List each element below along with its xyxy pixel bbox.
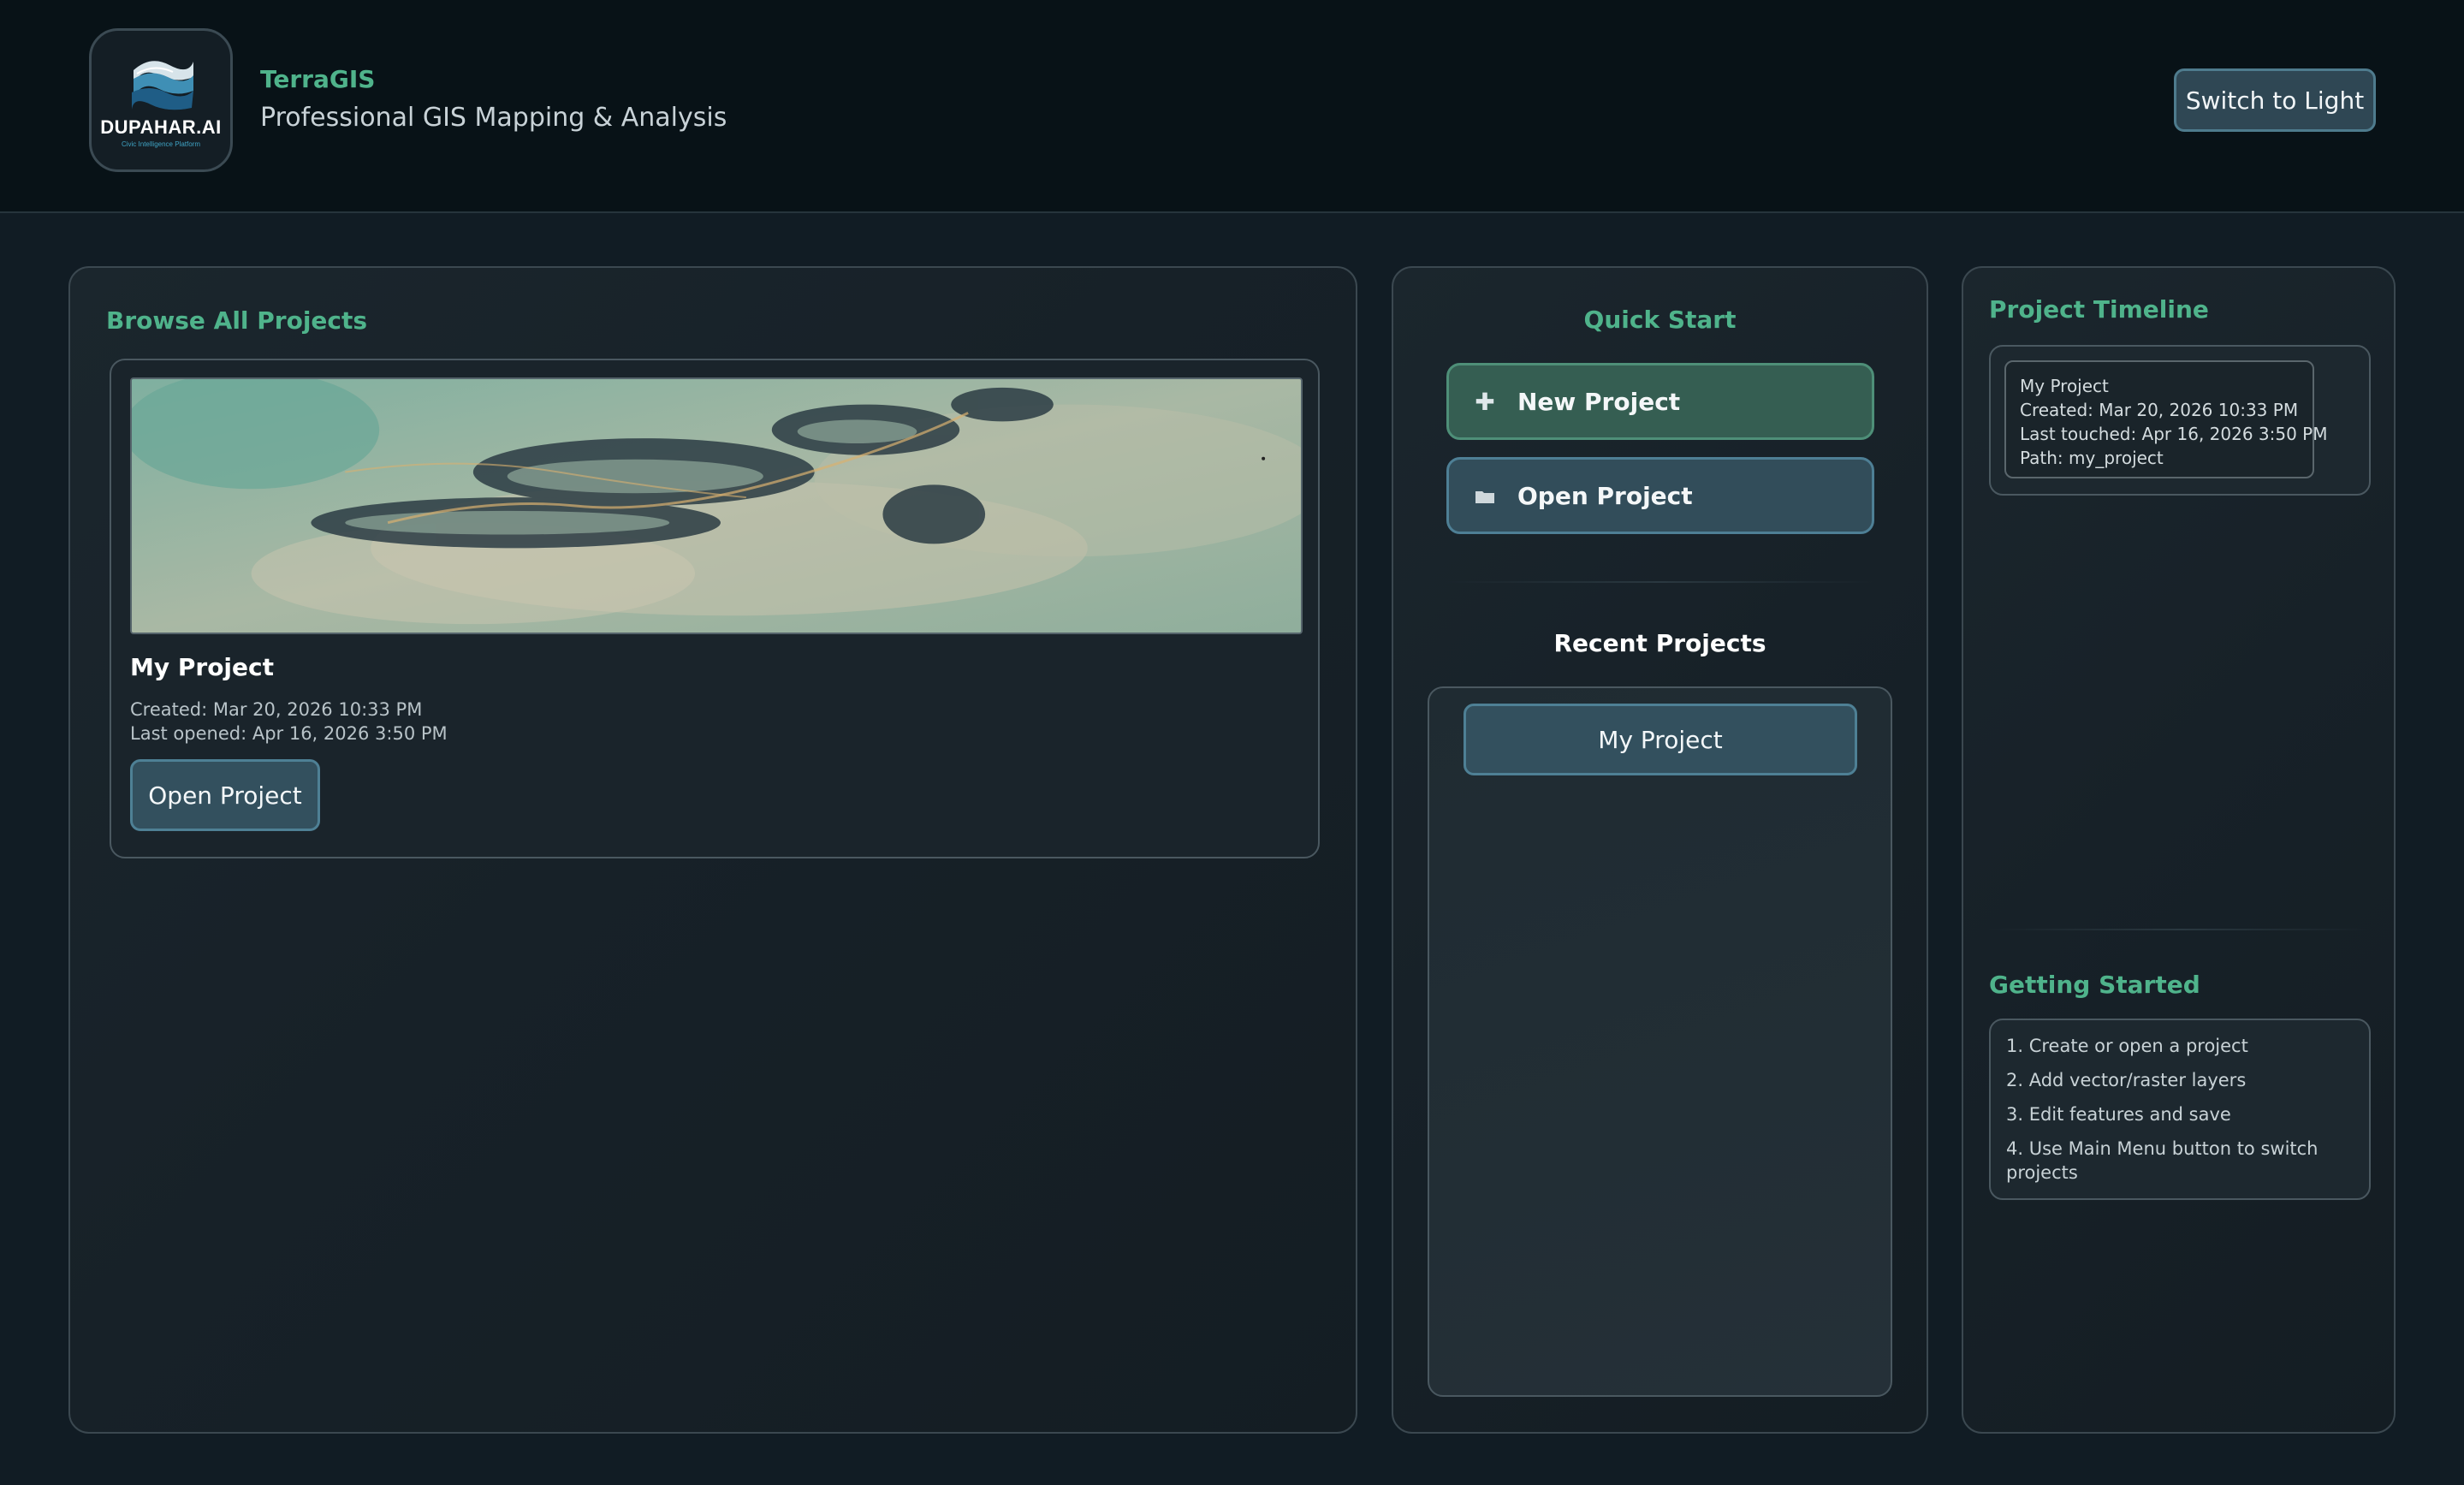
new-project-label: New Project <box>1517 387 1681 416</box>
getting-started-step: 1. Create or open a project <box>2006 1036 2248 1056</box>
folder-icon <box>1475 482 1495 510</box>
recent-projects-title: Recent Projects <box>1553 629 1766 657</box>
getting-started-title: Getting Started <box>1989 971 2200 999</box>
new-project-button[interactable]: ✚ New Project <box>1446 363 1874 440</box>
project-created-date: Created: Mar 20, 2026 10:33 PM <box>130 699 423 720</box>
recent-projects-list: My Project <box>1428 686 1892 1397</box>
section-divider <box>1446 581 1874 583</box>
project-card: My Project Created: Mar 20, 2026 10:33 P… <box>110 359 1320 858</box>
section-divider <box>1989 929 2371 930</box>
app-logo: DUPAHAR.AI Civic Intelligence Platform <box>89 28 233 172</box>
getting-started-step: 3. Edit features and save <box>2006 1104 2231 1125</box>
browse-projects-panel: Browse All Projects My Project Created: … <box>68 266 1357 1434</box>
timeline-entry-last-touched: Last touched: Apr 16, 2026 3:50 PM <box>2020 424 2328 444</box>
timeline-entry-name: My Project <box>2020 376 2109 396</box>
app-subtitle: Professional GIS Mapping & Analysis <box>260 103 727 133</box>
timeline-list: My Project Created: Mar 20, 2026 10:33 P… <box>1989 345 2371 496</box>
open-project-button[interactable]: Open Project <box>130 759 320 831</box>
quick-start-panel: Quick Start ✚ New Project Open Project R… <box>1392 266 1928 1434</box>
quick-start-title: Quick Start <box>1583 306 1737 334</box>
logo-subtext: Civic Intelligence Platform <box>121 140 201 148</box>
project-last-opened-date: Last opened: Apr 16, 2026 3:50 PM <box>130 723 448 744</box>
app-header: DUPAHAR.AI Civic Intelligence Platform T… <box>0 0 2464 213</box>
logo-text: DUPAHAR.AI <box>100 116 222 138</box>
recent-project-item[interactable]: My Project <box>1464 704 1857 775</box>
timeline-panel: Project Timeline My Project Created: Mar… <box>1962 266 2396 1434</box>
wave-logo-icon <box>132 60 193 110</box>
project-name: My Project <box>130 653 274 681</box>
open-project-label: Open Project <box>1517 481 1693 510</box>
timeline-entry[interactable]: My Project Created: Mar 20, 2026 10:33 P… <box>2004 360 2328 478</box>
quick-open-project-button[interactable]: Open Project <box>1446 457 1874 534</box>
plus-icon: ✚ <box>1475 387 1495 416</box>
getting-started-step: 2. Add vector/raster layers <box>2006 1070 2247 1090</box>
browse-projects-title: Browse All Projects <box>106 306 368 335</box>
project-thumbnail-map[interactable] <box>130 377 1303 634</box>
app-title: TerraGIS <box>260 65 376 93</box>
getting-started-step: 4. Use Main Menu button to switch projec… <box>2006 1138 2319 1183</box>
timeline-entry-created: Created: Mar 20, 2026 10:33 PM <box>2020 400 2299 420</box>
theme-toggle-button[interactable]: Switch to Light <box>2174 68 2376 132</box>
getting-started-list: 1. Create or open a project 2. Add vecto… <box>1989 1019 2371 1200</box>
timeline-entry-path: Path: my_project <box>2020 448 2164 468</box>
project-timeline-title: Project Timeline <box>1989 295 2209 324</box>
